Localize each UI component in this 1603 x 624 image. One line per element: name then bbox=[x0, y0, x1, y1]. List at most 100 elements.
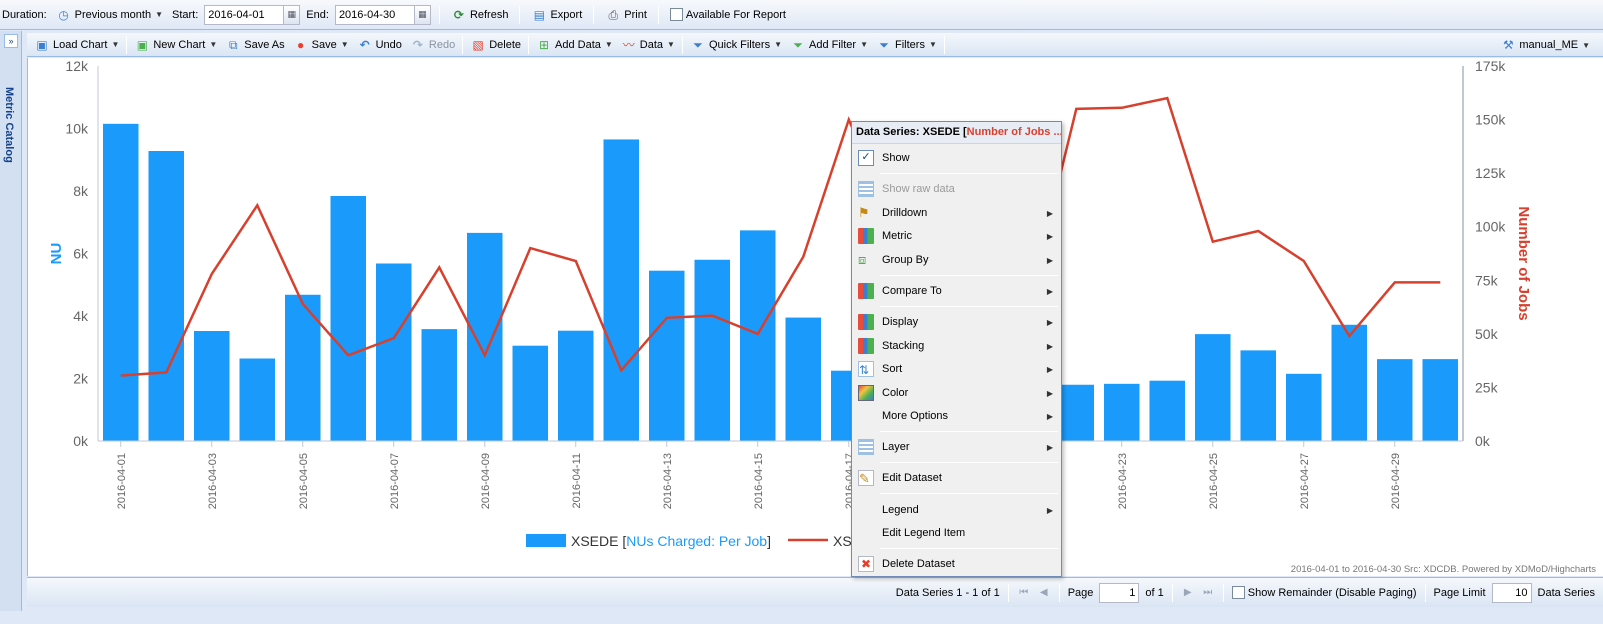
submenu-arrow-icon: ▶ bbox=[1046, 442, 1053, 452]
bar-2016-04-12[interactable] bbox=[603, 139, 639, 441]
page-label: Page bbox=[1067, 586, 1094, 599]
x-tick-label: 2016-04-29 bbox=[1390, 453, 1402, 509]
show-remainder-checkbox[interactable]: Show Remainder (Disable Paging) bbox=[1231, 582, 1417, 604]
bar-2016-04-07[interactable] bbox=[376, 263, 412, 442]
bar-2016-04-11[interactable] bbox=[558, 330, 594, 441]
menu-item-edit-legend-item[interactable]: Edit Legend Item bbox=[852, 522, 1061, 544]
menu-item-edit-dataset[interactable]: ✎ Edit Dataset bbox=[852, 467, 1061, 489]
bar-2016-04-28[interactable] bbox=[1331, 324, 1367, 441]
legend-item-nus[interactable]: XSEDE [NUs Charged: Per Job] bbox=[571, 533, 771, 549]
start-date-input[interactable]: 2016-04-01 bbox=[204, 4, 285, 25]
bar-2016-04-13[interactable] bbox=[649, 270, 685, 441]
prev-page-icon[interactable]: ◀ bbox=[1037, 587, 1051, 598]
save-as-button[interactable]: ⧉ Save As bbox=[222, 34, 287, 56]
menu-item-color[interactable]: Color ▶ bbox=[852, 382, 1061, 404]
menu-item-layer[interactable]: Layer ▶ bbox=[852, 436, 1061, 458]
bar-2016-04-26[interactable] bbox=[1240, 350, 1276, 441]
end-date-input[interactable]: 2016-04-30 bbox=[334, 4, 415, 25]
menu-item-show[interactable]: ✓ Show bbox=[852, 147, 1061, 169]
duration-dropdown[interactable]: ◷ Previous month ▼ bbox=[53, 4, 166, 26]
bar-2016-04-29[interactable] bbox=[1377, 359, 1413, 441]
bar-2016-04-15[interactable] bbox=[740, 230, 776, 441]
chart-credits[interactable]: 2016-04-01 to 2016-04-30 Src: XDCDB. Pow… bbox=[1291, 564, 1596, 575]
chevron-down-icon: ▼ bbox=[774, 40, 783, 49]
data-button[interactable]: 〰 Data ▼ bbox=[618, 34, 678, 56]
next-page-icon[interactable]: ▶ bbox=[1181, 587, 1195, 598]
menu-item-sort[interactable]: ⇅ Sort ▶ bbox=[852, 358, 1061, 380]
bar-2016-04-30[interactable] bbox=[1422, 359, 1458, 441]
menu-item-stacking[interactable]: Stacking ▶ bbox=[852, 335, 1061, 357]
menu-item-compare-to[interactable]: Compare To ▶ bbox=[852, 280, 1061, 302]
calendar-icon[interactable]: ▦ bbox=[284, 4, 301, 25]
user-menu-button[interactable]: ⚒ manual_ME ▼ bbox=[1497, 34, 1593, 56]
bar-2016-04-03[interactable] bbox=[194, 331, 230, 441]
bar-2016-04-01[interactable] bbox=[103, 123, 139, 441]
print-button[interactable]: ⎙ Print bbox=[602, 4, 650, 26]
bar-2016-04-06[interactable] bbox=[330, 196, 366, 441]
table-icon bbox=[858, 181, 874, 197]
bar-2016-04-27[interactable] bbox=[1286, 373, 1322, 441]
add-filter-button[interactable]: ⏷ Add Filter ▼ bbox=[787, 34, 871, 56]
bar-2016-04-10[interactable] bbox=[512, 345, 548, 441]
undo-button[interactable]: ↶ Undo bbox=[354, 34, 405, 56]
load-chart-button[interactable]: ▣ Load Chart ▼ bbox=[31, 34, 122, 56]
menu-item-display[interactable]: Display ▶ bbox=[852, 311, 1061, 333]
submenu-arrow-icon: ▶ bbox=[1046, 317, 1053, 327]
menu-item-delete-dataset[interactable]: ✖ Delete Dataset bbox=[852, 553, 1061, 575]
redo-button[interactable]: ↷ Redo bbox=[407, 34, 458, 56]
y-left-tick-label: 6k bbox=[73, 246, 89, 262]
first-page-icon[interactable]: ⏮ bbox=[1017, 587, 1031, 598]
bar-2016-04-25[interactable] bbox=[1195, 334, 1231, 441]
end-label: End: bbox=[306, 8, 329, 21]
edit-icon: ✎ bbox=[858, 470, 874, 486]
separator bbox=[1007, 583, 1009, 602]
menu-item-more-options[interactable]: More Options ▶ bbox=[852, 405, 1061, 427]
new-chart-icon: ▣ bbox=[136, 37, 149, 52]
legend-item-jobs[interactable]: XS bbox=[833, 533, 852, 549]
separator bbox=[657, 5, 659, 24]
page-input[interactable]: 1 bbox=[1099, 582, 1140, 603]
separator bbox=[1222, 583, 1224, 602]
bar-2016-04-22[interactable] bbox=[1058, 384, 1094, 441]
menu-item-metric[interactable]: Metric ▶ bbox=[852, 225, 1061, 247]
bar-2016-04-09[interactable] bbox=[467, 232, 503, 441]
new-chart-button[interactable]: ▣ New Chart ▼ bbox=[131, 34, 220, 56]
quick-filters-button[interactable]: ⏷ Quick Filters ▼ bbox=[687, 34, 785, 56]
menu-item-show-raw-data[interactable]: Show raw data bbox=[852, 178, 1061, 200]
delete-button[interactable]: ▧ Delete bbox=[467, 34, 524, 56]
calendar-icon[interactable]: ▦ bbox=[414, 4, 431, 25]
page-limit-input[interactable]: 10 bbox=[1491, 582, 1532, 603]
add-data-button[interactable]: ⊞ Add Data ▼ bbox=[533, 34, 616, 56]
data-series-context-menu: Data Series: XSEDE [Number of Jobs ... ✓… bbox=[851, 121, 1062, 577]
available-for-report-checkbox[interactable]: Available For Report bbox=[667, 4, 789, 26]
export-button[interactable]: ▤ Export bbox=[528, 4, 585, 26]
bar-2016-04-24[interactable] bbox=[1149, 380, 1185, 441]
bar-2016-04-02[interactable] bbox=[148, 151, 184, 441]
submenu-arrow-icon: ▶ bbox=[1046, 208, 1053, 218]
menu-item-legend[interactable]: Legend ▶ bbox=[852, 499, 1061, 521]
x-tick-label: 2016-04-15 bbox=[753, 453, 765, 509]
chevron-down-icon: ▼ bbox=[209, 40, 218, 49]
menu-separator bbox=[880, 173, 1058, 174]
bar-2016-04-04[interactable] bbox=[239, 358, 275, 442]
menu-item-group-by[interactable]: ⧈ Group By ▶ bbox=[852, 249, 1061, 271]
submenu-arrow-icon: ▶ bbox=[1046, 411, 1053, 421]
bar-2016-04-08[interactable] bbox=[421, 329, 457, 441]
legend-swatch-bar[interactable] bbox=[526, 534, 566, 547]
layer-icon bbox=[858, 439, 874, 455]
bar-2016-04-23[interactable] bbox=[1104, 383, 1140, 441]
bar-2016-04-14[interactable] bbox=[694, 259, 730, 441]
menu-item-drilldown[interactable]: ⚑ Drilldown ▶ bbox=[852, 202, 1061, 224]
chart-area: 0k 2k 4k 6k 8k 10k 12k 0k 25k 50k 75k 100k 125k 150k 1… bbox=[27, 58, 1603, 576]
compare-icon bbox=[858, 283, 874, 299]
refresh-button[interactable]: ⟳ Refresh bbox=[448, 4, 512, 26]
undo-icon: ↶ bbox=[359, 37, 370, 52]
save-button[interactable]: ● Save ▼ bbox=[290, 34, 352, 56]
bar-2016-04-16[interactable] bbox=[785, 317, 821, 441]
drilldown-icon: ⚑ bbox=[858, 205, 870, 220]
last-page-icon[interactable]: ⏭ bbox=[1201, 587, 1215, 598]
menu-separator bbox=[880, 306, 1058, 307]
filters-button[interactable]: ⏷ Filters ▼ bbox=[873, 34, 940, 56]
metric-catalog-label[interactable]: Metric Catalog bbox=[3, 87, 15, 163]
expand-panel-icon[interactable]: » bbox=[4, 34, 18, 48]
